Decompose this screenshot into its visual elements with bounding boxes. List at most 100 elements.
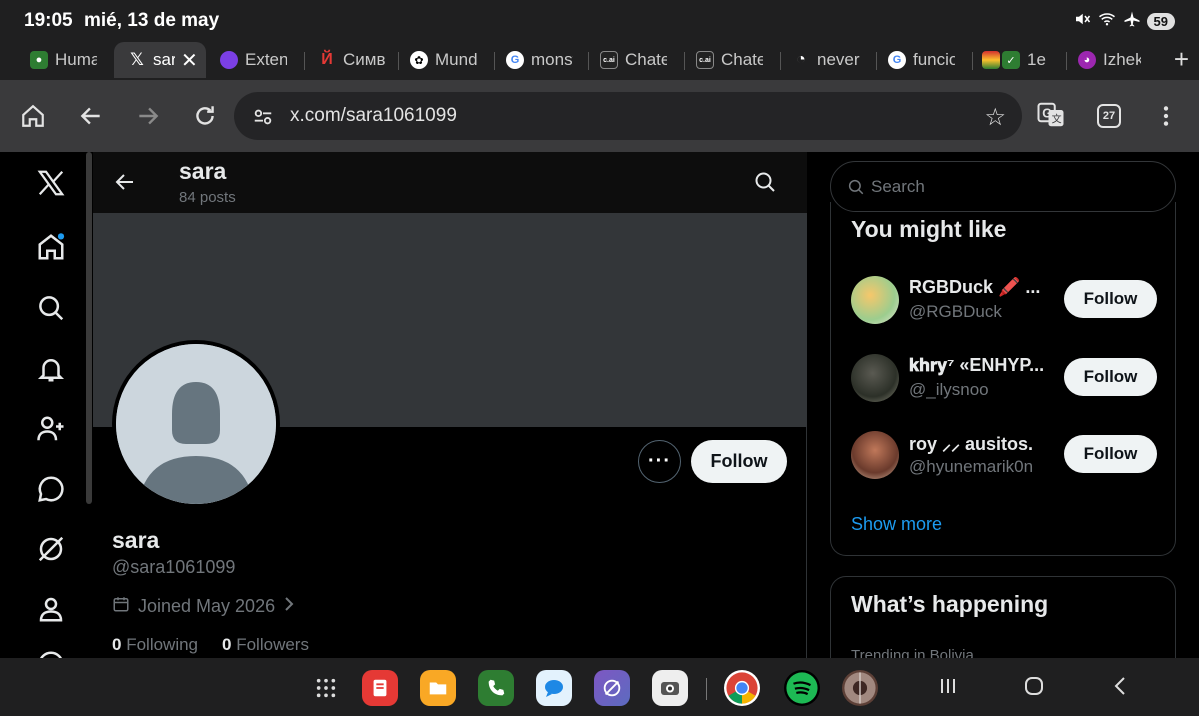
notifications-bell-icon[interactable] xyxy=(34,352,68,386)
tab-6[interactable]: c.ai Chatear xyxy=(600,42,672,78)
chevron-right-icon xyxy=(283,595,295,618)
recents-nav-icon[interactable] xyxy=(936,674,960,705)
back-arrow-icon[interactable] xyxy=(113,170,137,199)
phone-app-icon[interactable] xyxy=(478,670,514,706)
trending-location[interactable]: Trending in Bolivia xyxy=(851,647,974,658)
joined-date[interactable]: Joined May 2026 xyxy=(112,595,295,618)
suggestion-handle: @RGBDuck xyxy=(909,302,1002,321)
suggestion-avatar[interactable] xyxy=(851,354,899,402)
suggestion-item[interactable]: RGBDuck 🖍️ ... @RGBDuck Follow xyxy=(851,276,1161,326)
whats-happening-title: What’s happening xyxy=(851,591,1049,617)
tab-9[interactable]: G funcion xyxy=(888,42,960,78)
messages-chat-icon[interactable] xyxy=(34,472,68,506)
tab-4[interactable]: ✿ Mundo xyxy=(410,42,482,78)
menu-kebab-icon[interactable] xyxy=(1152,102,1180,130)
status-bar: 19:05 mié, 13 de may 59 xyxy=(0,0,1199,40)
tab-title: Human xyxy=(55,50,97,69)
site-settings-icon[interactable] xyxy=(252,106,274,133)
url-text[interactable]: x.com/sara1061099 xyxy=(290,105,457,127)
google-icon: G xyxy=(506,51,524,69)
home-icon[interactable] xyxy=(19,102,47,130)
back-icon[interactable] xyxy=(77,102,105,130)
search-input[interactable]: Search xyxy=(830,161,1176,212)
profile-name: sara xyxy=(112,527,160,553)
translate-icon[interactable]: G文 xyxy=(1036,100,1066,130)
tab-10[interactable]: ✓ 1er xyxy=(982,42,1054,78)
explore-search-icon[interactable] xyxy=(34,291,68,325)
back-nav-icon[interactable] xyxy=(1108,674,1132,705)
tab-2[interactable]: Extensions xyxy=(220,42,292,78)
profile-avatar[interactable] xyxy=(112,340,280,508)
follow-button[interactable]: Follow xyxy=(691,440,787,483)
browser-app-icon[interactable] xyxy=(594,670,630,706)
guitar-app-icon[interactable] xyxy=(842,670,878,706)
tab-title: never xyxy=(817,50,860,69)
letter-icon: Й xyxy=(321,51,333,68)
messages-app-icon[interactable] xyxy=(536,670,572,706)
tab-7[interactable]: c.ai Chatear xyxy=(696,42,768,78)
suggestion-item[interactable]: roy ⸝⸝ ausitos. @hyunemarik0n Follow xyxy=(851,431,1161,481)
tab-0[interactable]: ● Human xyxy=(30,42,102,78)
notes-app-icon[interactable] xyxy=(362,670,398,706)
suggestion-follow-button[interactable]: Follow xyxy=(1064,435,1157,473)
suggestion-name[interactable]: 𝐤𝐡𝐫𝐲⁷ «ENHYP... xyxy=(909,355,1044,376)
you-might-like-title: You might like xyxy=(851,216,1007,242)
tab-bar: ● Human 𝕏 sara ✕ Extensions Й Символы ✿ … xyxy=(0,40,1199,80)
tab-title: Символы xyxy=(343,50,385,69)
suggestion-follow-button[interactable]: Follow xyxy=(1064,280,1157,318)
suggestion-handle: @hyunemarik0n xyxy=(909,457,1034,476)
you-might-like-panel: You might like RGBDuck 🖍️ ... @RGBDuck F… xyxy=(830,202,1176,556)
suggestion-name[interactable]: roy ⸝⸝ ausitos. xyxy=(909,432,1044,456)
flag-icon xyxy=(982,51,1000,69)
nav-scrollbar[interactable] xyxy=(86,152,92,504)
tab-3[interactable]: Й Символы xyxy=(318,42,386,78)
followers-link[interactable]: 0 Followers xyxy=(222,635,309,655)
suggestion-item[interactable]: 𝐤𝐡𝐫𝐲⁷ «ENHYP... @_ilysnoo Follow xyxy=(851,354,1161,404)
close-tab-icon[interactable]: ✕ xyxy=(181,48,198,73)
suggestion-follow-button[interactable]: Follow xyxy=(1064,358,1157,396)
default-avatar-icon xyxy=(116,344,276,504)
right-sidebar: You might like RGBDuck 🖍️ ... @RGBDuck F… xyxy=(830,152,1176,658)
swirl-icon: ◔ xyxy=(796,51,806,68)
google-icon: G xyxy=(888,51,906,69)
forward-icon[interactable] xyxy=(134,102,162,130)
home-nav-icon[interactable] xyxy=(34,230,68,264)
tab-title: sara xyxy=(153,50,175,69)
following-link[interactable]: 0 Following xyxy=(112,635,198,655)
tab-8[interactable]: ◔ never xyxy=(792,42,864,78)
profile-header-bar: sara 84 posts xyxy=(93,152,807,213)
tab-title: funcion xyxy=(913,50,955,69)
spotify-app-icon[interactable] xyxy=(784,670,820,706)
grok-icon[interactable] xyxy=(34,532,68,566)
tab-count: 27 xyxy=(1097,104,1121,128)
suggestion-name[interactable]: RGBDuck 🖍️ ... xyxy=(909,277,1044,298)
bookmark-star-icon[interactable]: ☆ xyxy=(984,103,1006,132)
more-circle-icon[interactable] xyxy=(34,647,68,658)
chat-icon: c.ai xyxy=(600,51,618,69)
show-more-link[interactable]: Show more xyxy=(851,514,942,535)
files-app-icon[interactable] xyxy=(420,670,456,706)
profile-user-icon[interactable] xyxy=(34,592,68,626)
camera-app-icon[interactable] xyxy=(652,670,688,706)
home-nav-button-icon[interactable] xyxy=(1022,674,1046,705)
x-logo-icon[interactable] xyxy=(34,166,68,200)
address-bar[interactable]: x.com/sara1061099 ☆ xyxy=(234,92,1022,140)
follow-user-icon[interactable] xyxy=(34,412,68,446)
more-options-button[interactable]: ··· xyxy=(638,440,681,483)
reload-icon[interactable] xyxy=(191,102,219,130)
app-drawer-icon[interactable] xyxy=(308,670,344,706)
suggestion-avatar[interactable] xyxy=(851,276,899,324)
chrome-app-icon[interactable] xyxy=(724,670,760,706)
suggestion-handle: @_ilysnoo xyxy=(909,380,989,399)
tab-5[interactable]: G monster xyxy=(506,42,576,78)
suggestion-avatar[interactable] xyxy=(851,431,899,479)
tab-switcher-button[interactable]: 27 xyxy=(1095,102,1123,130)
search-icon xyxy=(847,178,865,201)
dock-divider xyxy=(706,678,707,700)
android-dock xyxy=(0,658,1199,716)
browser-toolbar: x.com/sara1061099 ☆ G文 27 xyxy=(0,80,1199,152)
search-posts-icon[interactable] xyxy=(753,170,777,199)
tab-1-active[interactable]: 𝕏 sara ✕ xyxy=(114,42,206,78)
new-tab-icon[interactable]: + xyxy=(1174,44,1189,75)
tab-11[interactable]: ◕ Izhek xyxy=(1078,42,1144,78)
